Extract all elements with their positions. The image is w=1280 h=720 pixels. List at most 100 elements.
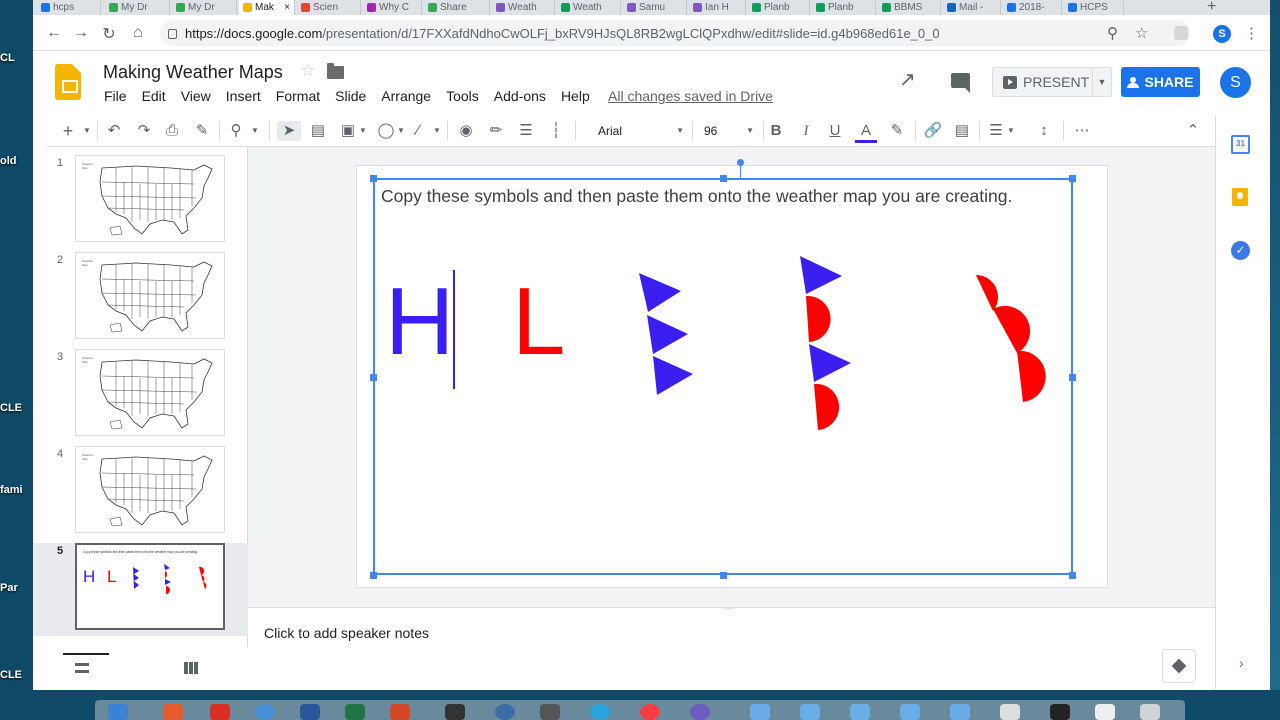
line-icon[interactable]: ∕ (409, 121, 427, 141)
browser-tab[interactable]: Planb (812, 0, 876, 15)
desktop-label[interactable]: old (0, 155, 36, 167)
activity-trend-icon[interactable]: ↗ (899, 67, 916, 92)
folder-icon[interactable] (327, 63, 344, 79)
home-icon[interactable]: ⌂ (129, 24, 147, 42)
browser-tab[interactable]: Scien (297, 0, 361, 15)
browser-tab[interactable]: Samu (623, 0, 687, 15)
highlight-color-icon[interactable]: ✎ (888, 121, 906, 141)
bold-icon[interactable]: B (767, 121, 785, 141)
slides-logo-icon[interactable] (55, 64, 81, 100)
select-cursor-icon[interactable]: ➤ (277, 121, 301, 141)
menu-item[interactable]: Tools (446, 88, 479, 104)
text-color-icon[interactable]: A (855, 121, 877, 143)
dock-app-icon[interactable] (1050, 704, 1070, 720)
italic-icon[interactable]: I (797, 121, 815, 141)
browser-tab[interactable]: HCPS (1064, 0, 1124, 15)
stationary-front-symbol[interactable] (800, 256, 851, 430)
expand-panel-icon[interactable]: › (1239, 655, 1244, 671)
browser-tab[interactable]: Share (424, 0, 490, 15)
notes-resize-grip[interactable]: ⋯ (725, 604, 733, 613)
warm-front-symbol[interactable] (976, 274, 1046, 402)
dock-app-icon[interactable] (210, 704, 230, 720)
align-icon[interactable]: ☰ (987, 121, 1005, 141)
slide-thumbnail[interactable]: Weather Map (75, 446, 225, 533)
zoom-dropdown-icon[interactable]: ▼ (251, 121, 259, 141)
border-weight-icon[interactable]: ☰ (517, 121, 535, 141)
dock-app-icon[interactable] (300, 704, 320, 720)
dock-app-icon[interactable] (640, 704, 660, 720)
font-family-select[interactable]: Arial ▼ (598, 121, 684, 141)
fill-color-icon[interactable]: ◉ (457, 121, 475, 141)
rotation-handle[interactable] (737, 159, 744, 166)
address-bar[interactable]: https://docs.google.com/presentation/d/1… (160, 20, 1190, 46)
dock-app-icon[interactable] (255, 704, 275, 720)
reload-icon[interactable]: ↻ (100, 24, 118, 44)
desktop-label[interactable]: CLE (0, 669, 36, 681)
dock-app-icon[interactable] (163, 704, 183, 720)
font-size-select[interactable]: 96 ▼ (704, 121, 754, 141)
menu-item[interactable]: File (104, 88, 127, 104)
browser-tab[interactable]: Ian H (689, 0, 746, 15)
speaker-notes[interactable]: ⋯ Click to add speaker notes (248, 604, 1215, 690)
menu-item[interactable]: Edit (142, 88, 166, 104)
slide-thumbnail[interactable]: Weather Map (75, 349, 225, 436)
menu-item[interactable]: Arrange (381, 88, 431, 104)
align-dropdown-icon[interactable]: ▼ (1007, 121, 1015, 141)
user-avatar[interactable]: S (1220, 67, 1251, 98)
browser-tab[interactable]: My Dr (105, 0, 170, 15)
share-button[interactable]: SHARE (1121, 67, 1200, 97)
new-slide-dropdown-icon[interactable]: ▼ (83, 121, 91, 141)
save-status[interactable]: All changes saved in Drive (608, 88, 773, 104)
line-spacing-icon[interactable]: ↕ (1035, 121, 1053, 141)
browser-tab[interactable]: BBMS (878, 0, 941, 15)
slide-thumbnail-row[interactable]: 3 Weather Map (33, 349, 248, 442)
shape-icon[interactable]: ◯ (377, 121, 395, 141)
collapse-toolbar-icon[interactable]: ⌃ (1185, 121, 1201, 141)
desktop-label[interactable]: CL (0, 52, 36, 64)
speaker-notes-placeholder[interactable]: Click to add speaker notes (264, 625, 429, 641)
dock-app-icon[interactable] (495, 704, 515, 720)
dock-app-icon[interactable] (690, 704, 710, 720)
dock-app-icon[interactable] (345, 704, 365, 720)
tasks-icon[interactable]: ✓ (1231, 241, 1250, 260)
profile-avatar[interactable]: S (1213, 25, 1231, 43)
zoom-icon[interactable]: ⚲ (1107, 24, 1118, 42)
browser-tab[interactable]: Weath (557, 0, 621, 15)
dock-app-icon[interactable] (390, 704, 410, 720)
new-slide-icon[interactable]: + (61, 121, 75, 141)
slide-thumbnail-row-selected[interactable]: 5 Copy these symbols and then paste them… (33, 543, 248, 636)
dock-app-icon[interactable] (445, 704, 465, 720)
new-tab-icon[interactable]: + (1207, 0, 1216, 15)
browser-tab[interactable]: My Dr (172, 0, 237, 15)
add-comment-icon[interactable]: ▤ (953, 121, 971, 141)
browser-tab[interactable]: hcps (37, 0, 101, 15)
extension-icon[interactable] (1174, 26, 1188, 40)
menu-item[interactable]: View (181, 88, 211, 104)
paint-format-icon[interactable]: ✎ (193, 121, 211, 141)
back-icon[interactable]: ← (45, 24, 63, 42)
comments-icon[interactable] (951, 73, 970, 93)
explore-icon[interactable] (1162, 649, 1196, 683)
slide-thumbnail[interactable]: Weather Map (75, 252, 225, 339)
document-title[interactable]: Making Weather Maps (103, 62, 283, 83)
slide-thumbnail-row[interactable]: 4 Weather Map (33, 446, 248, 539)
calendar-icon[interactable]: 31 (1231, 135, 1250, 154)
border-dash-icon[interactable]: ┆ (547, 121, 565, 141)
dock-app-icon[interactable] (108, 704, 128, 720)
present-main[interactable]: PRESENT (993, 68, 1093, 96)
text-box-icon[interactable]: ▤ (309, 121, 327, 141)
image-icon[interactable]: ▣ (339, 121, 357, 141)
dock-app-icon[interactable] (540, 704, 560, 720)
forward-icon[interactable]: → (72, 24, 90, 42)
dock-folder-icon[interactable] (800, 704, 820, 720)
slide-thumbnail-row[interactable]: 2 Weather Map (33, 252, 248, 345)
desktop-label[interactable]: fami (0, 484, 36, 496)
browser-tab[interactable]: Why C (363, 0, 422, 15)
trash-icon[interactable] (1140, 704, 1160, 720)
image-dropdown-icon[interactable]: ▼ (359, 121, 367, 141)
menu-item[interactable]: Help (561, 88, 590, 104)
cold-front-symbol[interactable] (639, 273, 693, 395)
link-icon[interactable]: 🔗 (923, 121, 943, 141)
browser-tab[interactable]: Mail - (943, 0, 1001, 15)
shape-dropdown-icon[interactable]: ▼ (397, 121, 405, 141)
